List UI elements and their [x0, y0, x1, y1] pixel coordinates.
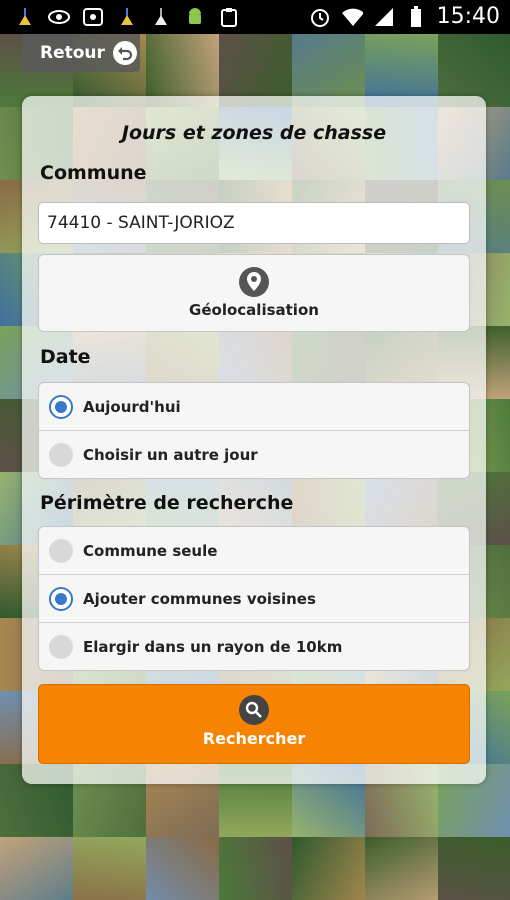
broom-icon	[14, 6, 36, 28]
radio-unselected-icon	[49, 635, 73, 659]
perimeter-option-label: Elargir dans un rayon de 10km	[83, 637, 343, 656]
geolocation-button[interactable]: Géolocalisation	[38, 254, 470, 332]
date-option-other-day[interactable]: Choisir un autre jour	[39, 431, 469, 478]
broom-icon	[116, 6, 138, 28]
commune-label: Commune	[40, 162, 147, 184]
back-button[interactable]: Retour	[22, 34, 140, 72]
date-option-label: Choisir un autre jour	[83, 445, 258, 464]
eye-icon	[48, 6, 70, 28]
search-form-panel: Jours et zones de chasse Commune 74410 -…	[22, 96, 486, 784]
perimeter-option-commune-only[interactable]: Commune seule	[39, 527, 469, 575]
radio-unselected-icon	[49, 443, 73, 467]
background-photo-tile	[365, 837, 438, 900]
radio-unselected-icon	[49, 539, 73, 563]
broom-icon	[150, 6, 172, 28]
background-photo-tile	[292, 837, 365, 900]
alarm-icon	[309, 6, 331, 28]
notification-icons	[14, 6, 240, 28]
clipboard-icon	[218, 6, 240, 28]
background-photo-tile	[438, 837, 510, 900]
search-button[interactable]: Rechercher	[38, 684, 470, 764]
signal-icon	[373, 6, 395, 28]
status-clock: 15:40	[436, 4, 500, 29]
perimeter-radio-group: Commune seule Ajouter communes voisines …	[38, 526, 470, 671]
background-photo-tile	[73, 837, 146, 900]
radio-selected-icon	[49, 395, 73, 419]
perimeter-option-label: Commune seule	[83, 541, 218, 560]
date-option-label: Aujourd'hui	[83, 397, 181, 416]
date-radio-group: Aujourd'hui Choisir un autre jour	[38, 382, 470, 479]
commune-input[interactable]: 74410 - SAINT-JORIOZ	[38, 202, 470, 244]
form-title: Jours et zones de chasse	[121, 122, 387, 144]
system-icons: 15:40	[309, 4, 500, 29]
status-bar: 15:40	[0, 0, 510, 34]
back-button-label: Retour	[40, 43, 105, 63]
wifi-icon	[341, 6, 363, 28]
battery-icon	[405, 5, 427, 28]
back-arrow-icon	[112, 41, 137, 65]
date-label: Date	[40, 346, 91, 368]
perimeter-label: Périmètre de recherche	[40, 492, 294, 514]
background-photo-tile	[0, 837, 73, 900]
android-icon	[184, 6, 206, 28]
perimeter-option-radius[interactable]: Elargir dans un rayon de 10km	[39, 623, 469, 670]
date-option-today[interactable]: Aujourd'hui	[39, 383, 469, 431]
search-icon	[239, 695, 269, 725]
perimeter-option-label: Ajouter communes voisines	[83, 589, 316, 608]
geolocation-label: Géolocalisation	[189, 301, 319, 319]
media-icon	[82, 6, 104, 28]
location-pin-icon	[239, 267, 269, 297]
search-button-label: Rechercher	[202, 729, 306, 748]
background-photo-tile	[219, 837, 292, 900]
perimeter-option-neighbours[interactable]: Ajouter communes voisines	[39, 575, 469, 623]
background-photo-tile	[146, 837, 219, 900]
radio-selected-icon	[49, 587, 73, 611]
